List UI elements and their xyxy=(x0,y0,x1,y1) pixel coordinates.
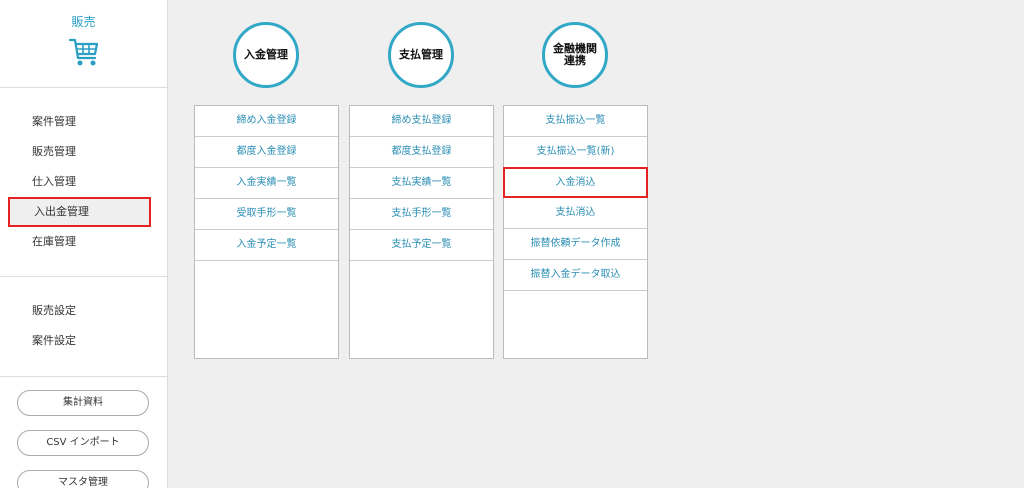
column-title-circle: 支払管理 xyxy=(388,22,454,88)
sidebar-item-入出金管理[interactable]: 入出金管理 xyxy=(8,197,151,227)
sidebar: 販売 案件管理 販売管理 仕入管理 入出金管理 在庫管理 販売設定 案件設定 集… xyxy=(0,0,168,488)
master-management-button[interactable]: マスタ管理 xyxy=(17,470,149,488)
sidebar-settings: 販売設定 案件設定 xyxy=(0,277,167,376)
link-支払振込一覧-新[interactable]: 支払振込一覧(新) xyxy=(504,137,647,168)
link-振替依頼データ作成[interactable]: 振替依頼データ作成 xyxy=(504,229,647,260)
link-支払振込一覧[interactable]: 支払振込一覧 xyxy=(504,106,647,137)
sidebar-buttons: 集計資料 CSV インポート マスタ管理 xyxy=(0,377,167,488)
column-title: 入金管理 xyxy=(244,48,288,61)
link-受取手形一覧[interactable]: 受取手形一覧 xyxy=(195,199,338,230)
sidebar-brand: 販売 xyxy=(0,0,167,88)
link-支払消込[interactable]: 支払消込 xyxy=(504,198,647,229)
brand-title: 販売 xyxy=(71,15,96,29)
column-title: 金融機関 連携 xyxy=(553,43,597,67)
link-支払実績一覧[interactable]: 支払実績一覧 xyxy=(350,168,493,199)
sidebar-menu: 案件管理 販売管理 仕入管理 入出金管理 在庫管理 xyxy=(0,88,167,257)
link-panel: 支払振込一覧 支払振込一覧(新) 入金消込 支払消込 振替依頼データ作成 振替入… xyxy=(503,105,648,359)
csv-import-button[interactable]: CSV インポート xyxy=(17,430,149,456)
sidebar-item-仕入管理[interactable]: 仕入管理 xyxy=(0,167,167,197)
link-都度入金登録[interactable]: 都度入金登録 xyxy=(195,137,338,168)
link-支払予定一覧[interactable]: 支払予定一覧 xyxy=(350,230,493,261)
sidebar-item-在庫管理[interactable]: 在庫管理 xyxy=(0,227,167,257)
link-入金実績一覧[interactable]: 入金実績一覧 xyxy=(195,168,338,199)
link-入金予定一覧[interactable]: 入金予定一覧 xyxy=(195,230,338,261)
link-panel: 締め入金登録 都度入金登録 入金実績一覧 受取手形一覧 入金予定一覧 xyxy=(194,105,339,359)
column-title: 支払管理 xyxy=(399,48,443,61)
link-支払手形一覧[interactable]: 支払手形一覧 xyxy=(350,199,493,230)
link-締め支払登録[interactable]: 締め支払登録 xyxy=(350,106,493,137)
column-title-circle: 金融機関 連携 xyxy=(542,22,608,88)
main-content: 入金管理 締め入金登録 都度入金登録 入金実績一覧 受取手形一覧 入金予定一覧 … xyxy=(168,0,1024,488)
link-都度支払登録[interactable]: 都度支払登録 xyxy=(350,137,493,168)
column-title-line: 連携 xyxy=(564,54,586,67)
link-締め入金登録[interactable]: 締め入金登録 xyxy=(195,106,338,137)
summary-report-button[interactable]: 集計資料 xyxy=(17,390,149,416)
link-振替入金データ取込[interactable]: 振替入金データ取込 xyxy=(504,260,647,291)
link-入金消込[interactable]: 入金消込 xyxy=(503,167,648,198)
column-title-circle: 入金管理 xyxy=(233,22,299,88)
link-panel: 締め支払登録 都度支払登録 支払実績一覧 支払手形一覧 支払予定一覧 xyxy=(349,105,494,359)
sidebar-item-案件設定[interactable]: 案件設定 xyxy=(0,326,167,356)
sidebar-item-販売設定[interactable]: 販売設定 xyxy=(0,296,167,326)
sidebar-item-販売管理[interactable]: 販売管理 xyxy=(0,137,167,167)
sidebar-item-案件管理[interactable]: 案件管理 xyxy=(0,107,167,137)
shopping-cart-icon xyxy=(68,38,98,66)
